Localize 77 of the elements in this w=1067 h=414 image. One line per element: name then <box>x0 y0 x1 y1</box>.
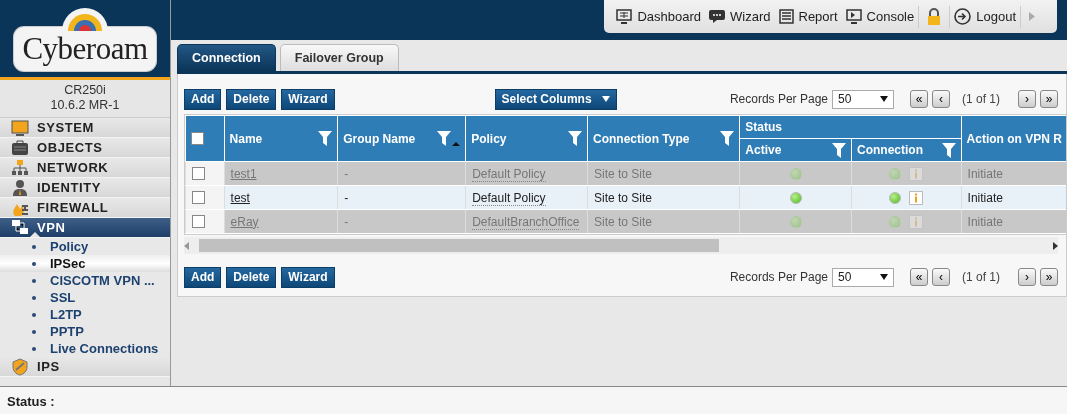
table-cell: - <box>344 214 349 229</box>
dashboard-link[interactable]: Dashboard <box>612 9 706 24</box>
console-link[interactable]: Console <box>841 9 919 24</box>
tab[interactable]: Connection <box>177 44 276 71</box>
records-per-page-label: Records Per Page <box>729 270 828 284</box>
page-indicator: (1 of 1) <box>962 270 1000 284</box>
filter-icon[interactable] <box>720 131 735 146</box>
add-button[interactable]: Add <box>184 88 222 110</box>
previous-page-button[interactable]: ‹ <box>932 90 950 108</box>
tab[interactable]: Failover Group <box>279 44 399 71</box>
menu-item[interactable]: SYSTEM <box>0 118 170 138</box>
horizontal-scrollbar[interactable] <box>184 237 1058 254</box>
menu-item[interactable]: IDENTITY <box>0 178 170 198</box>
arrow-circle-icon <box>954 8 972 25</box>
table-cell: - <box>344 190 349 205</box>
last-page-button[interactable]: » <box>1040 90 1058 108</box>
monitor-icon <box>616 9 633 24</box>
chat-bubble-icon <box>709 9 726 24</box>
add-button[interactable]: Add <box>184 266 222 288</box>
next-page-button[interactable]: › <box>1018 90 1036 108</box>
menu-item[interactable]: NETWORK <box>0 158 170 178</box>
report-link[interactable]: Report <box>774 9 842 24</box>
name-link[interactable]: test <box>230 190 250 205</box>
wizard-button[interactable]: Wizard <box>281 88 335 110</box>
table-cell: Initiate <box>967 214 1003 229</box>
column-header[interactable]: Group Name <box>337 115 466 162</box>
last-page-button[interactable]: » <box>1040 268 1058 286</box>
previous-page-button[interactable]: ‹ <box>932 268 950 286</box>
status-bar: Status : <box>0 386 1067 414</box>
wizard-button[interactable]: Wizard <box>281 266 335 288</box>
table-cell: Site to Site <box>594 214 653 229</box>
next-page-button[interactable]: › <box>1018 268 1036 286</box>
delete-button[interactable]: Delete <box>226 88 277 110</box>
filter-icon[interactable] <box>941 142 956 158</box>
filter-icon[interactable] <box>831 142 846 158</box>
column-header[interactable]: Connection Type <box>587 115 740 162</box>
wizard-link[interactable]: Wizard <box>705 9 775 24</box>
padlock-icon[interactable] <box>927 8 942 25</box>
checkbox[interactable] <box>191 132 204 145</box>
filter-icon[interactable] <box>568 131 582 146</box>
column-header[interactable]: Connection <box>851 138 962 162</box>
right-arrow-icon[interactable] <box>1029 12 1035 21</box>
column-header[interactable]: Action on VPN R <box>961 115 1066 162</box>
terminal-icon <box>845 9 862 24</box>
table-cell: Initiate <box>967 190 1003 205</box>
briefcase-icon <box>11 138 29 157</box>
shield-icon <box>11 357 29 376</box>
menu-item[interactable]: OBJECTS <box>0 138 170 158</box>
column-group-header: Status <box>739 115 962 139</box>
menu-item[interactable]: IPS <box>0 357 170 377</box>
document-icon <box>778 9 794 24</box>
info-icon[interactable] <box>909 190 924 205</box>
person-icon <box>11 178 29 197</box>
network-icon <box>11 158 29 177</box>
filter-icon[interactable] <box>437 131 452 146</box>
first-page-button[interactable]: « <box>910 268 928 286</box>
checkbox[interactable] <box>192 191 205 204</box>
records-per-page-select[interactable]: 50 <box>832 89 894 109</box>
first-page-button[interactable]: « <box>910 90 928 108</box>
menu-item[interactable]: VPN <box>0 218 170 238</box>
logout-link[interactable]: Logout <box>950 8 1020 25</box>
network-icon <box>11 218 29 237</box>
records-per-page-select[interactable]: 50 <box>832 267 894 287</box>
column-header[interactable]: Active <box>739 138 852 162</box>
records-per-page-label: Records Per Page <box>729 92 828 106</box>
column-header[interactable]: Policy <box>465 115 588 162</box>
monitor-icon <box>11 118 29 137</box>
page-indicator: (1 of 1) <box>962 92 1000 106</box>
table-cell: Site to Site <box>594 190 653 205</box>
table-cell: Initiate <box>967 166 1003 181</box>
delete-button[interactable]: Delete <box>226 266 277 288</box>
select-columns-button[interactable]: Select Columns <box>494 88 617 110</box>
table-cell: - <box>344 166 349 181</box>
column-header[interactable]: Name <box>224 115 338 162</box>
filter-icon[interactable] <box>318 131 333 146</box>
submenu-item[interactable]: IPSec <box>0 255 170 272</box>
table-cell: Site to Site <box>594 166 653 181</box>
